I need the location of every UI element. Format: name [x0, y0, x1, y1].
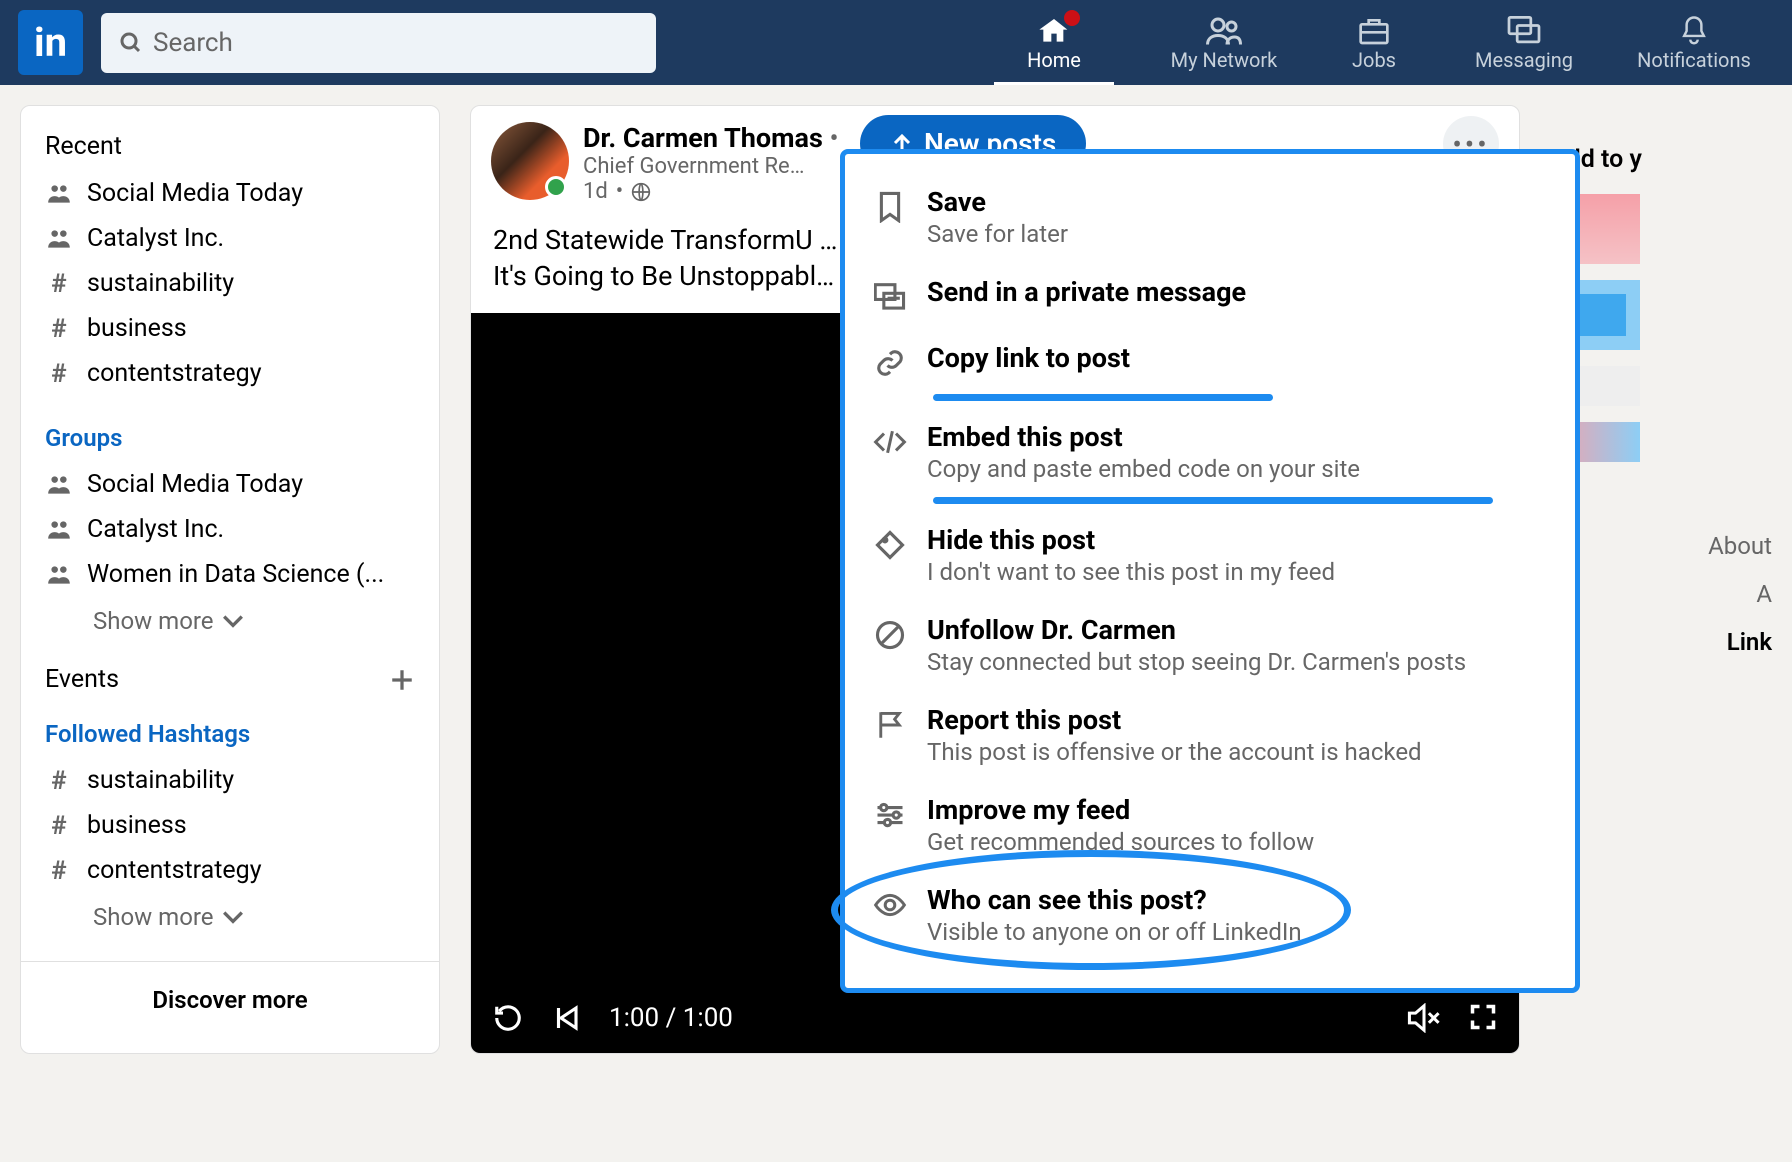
linkedin-logo[interactable]: in: [18, 10, 83, 75]
search-input[interactable]: Search: [101, 13, 656, 73]
message-icon: [1507, 16, 1541, 46]
discover-more-button[interactable]: Discover more: [21, 961, 439, 1024]
globe-icon: [631, 182, 651, 202]
menu-copy-link[interactable]: Copy link to post: [845, 328, 1575, 394]
nav-notifications[interactable]: Notifications: [1614, 0, 1774, 85]
recent-heading: Recent: [45, 132, 415, 161]
annotation-underline: [933, 394, 1273, 401]
group-icon: [45, 227, 73, 251]
replay-icon[interactable]: [493, 1003, 523, 1033]
feed-column: Dr. Carmen Thomas • Chief Government Re……: [470, 105, 1520, 1054]
menu-report[interactable]: Report this postThis post is offensive o…: [845, 690, 1575, 780]
fullscreen-icon[interactable]: [1469, 1003, 1497, 1031]
sidebar-item-recent[interactable]: #business: [45, 306, 415, 351]
menu-improve-feed[interactable]: Improve my feedGet recommended sources t…: [845, 780, 1575, 870]
add-to-feed-heading: Add to y: [1550, 145, 1772, 174]
notification-badge: [1064, 10, 1080, 26]
footer-link[interactable]: A: [1550, 580, 1772, 608]
group-icon: [45, 182, 73, 206]
show-more-hashtags[interactable]: Show more: [45, 893, 415, 941]
menu-visibility[interactable]: Who can see this post?Visible to anyone …: [845, 870, 1575, 960]
hash-icon: #: [45, 814, 73, 838]
hash-icon: #: [45, 769, 73, 793]
sidebar-item-group[interactable]: Women in Data Science (...: [45, 552, 415, 597]
hash-icon: #: [45, 859, 73, 883]
chevron-down-icon: [222, 910, 244, 924]
footer-link[interactable]: Link: [1550, 628, 1772, 656]
nav-jobs[interactable]: Jobs: [1314, 0, 1434, 85]
post-author-headline: Chief Government Re…: [583, 154, 839, 179]
video-controls: 1:00 / 1:00: [471, 983, 1519, 1053]
author-avatar[interactable]: [491, 122, 569, 200]
nav-messaging[interactable]: Messaging: [1444, 0, 1604, 85]
hash-icon: #: [45, 362, 73, 386]
group-icon: [45, 473, 73, 497]
sidebar-item-hashtag[interactable]: #business: [45, 803, 415, 848]
mute-icon[interactable]: [1407, 1003, 1441, 1033]
left-sidebar: Recent Social Media Today Catalyst Inc. …: [20, 105, 440, 1054]
post-options-menu: SaveSave for later Send in a private mes…: [840, 149, 1580, 993]
annotation-underline: [933, 497, 1493, 504]
events-heading[interactable]: Events: [45, 665, 119, 694]
hashtags-heading[interactable]: Followed Hashtags: [45, 720, 415, 748]
sidebar-item-recent[interactable]: #sustainability: [45, 261, 415, 306]
menu-send-message[interactable]: Send in a private message: [845, 262, 1575, 328]
sidebar-item-recent[interactable]: #contentstrategy: [45, 351, 415, 396]
show-more-groups[interactable]: Show more: [45, 597, 415, 645]
sidebar-item-recent[interactable]: Catalyst Inc.: [45, 216, 415, 261]
group-icon: [45, 518, 73, 542]
previous-icon[interactable]: [551, 1003, 581, 1033]
nav-network[interactable]: My Network: [1144, 0, 1304, 85]
post-author-name[interactable]: Dr. Carmen Thomas •: [583, 122, 839, 154]
presence-indicator: [545, 176, 567, 198]
groups-heading[interactable]: Groups: [45, 424, 415, 452]
tag-icon: [873, 528, 907, 562]
primary-nav: Home My Network Jobs Messaging Notificat…: [974, 0, 1774, 85]
search-placeholder: Search: [153, 28, 233, 58]
menu-unfollow[interactable]: Unfollow Dr. CarmenStay connected but st…: [845, 600, 1575, 690]
flag-icon: [873, 708, 907, 742]
briefcase-icon: [1358, 16, 1390, 46]
link-icon: [873, 346, 907, 380]
plus-icon[interactable]: [389, 667, 415, 693]
sidebar-item-group[interactable]: Social Media Today: [45, 462, 415, 507]
group-icon: [45, 563, 73, 587]
post-timestamp: 1d •: [583, 179, 839, 204]
sidebar-item-hashtag[interactable]: #contentstrategy: [45, 848, 415, 893]
people-icon: [1206, 16, 1242, 46]
menu-embed[interactable]: Embed this postCopy and paste embed code…: [845, 407, 1575, 497]
menu-save[interactable]: SaveSave for later: [845, 172, 1575, 262]
right-rail: Add to y About A Link: [1550, 105, 1772, 1054]
code-icon: [873, 425, 907, 459]
sidebar-item-hashtag[interactable]: #sustainability: [45, 758, 415, 803]
chevron-down-icon: [222, 614, 244, 628]
sidebar-item-recent[interactable]: Social Media Today: [45, 171, 415, 216]
bookmark-icon: [873, 190, 907, 224]
hash-icon: #: [45, 272, 73, 296]
search-icon: [119, 31, 143, 55]
sidebar-item-group[interactable]: Catalyst Inc.: [45, 507, 415, 552]
global-header: in Search Home My Network Jobs: [0, 0, 1792, 85]
cancel-icon: [873, 618, 907, 652]
video-time: 1:00 / 1:00: [609, 1003, 733, 1033]
footer-link-about[interactable]: About: [1550, 532, 1772, 560]
menu-hide[interactable]: Hide this postI don't want to see this p…: [845, 510, 1575, 600]
bell-icon: [1679, 15, 1709, 47]
eye-icon: [873, 888, 907, 922]
nav-home[interactable]: Home: [974, 0, 1134, 85]
sliders-icon: [873, 798, 907, 832]
message-icon: [873, 280, 907, 314]
hash-icon: #: [45, 317, 73, 341]
